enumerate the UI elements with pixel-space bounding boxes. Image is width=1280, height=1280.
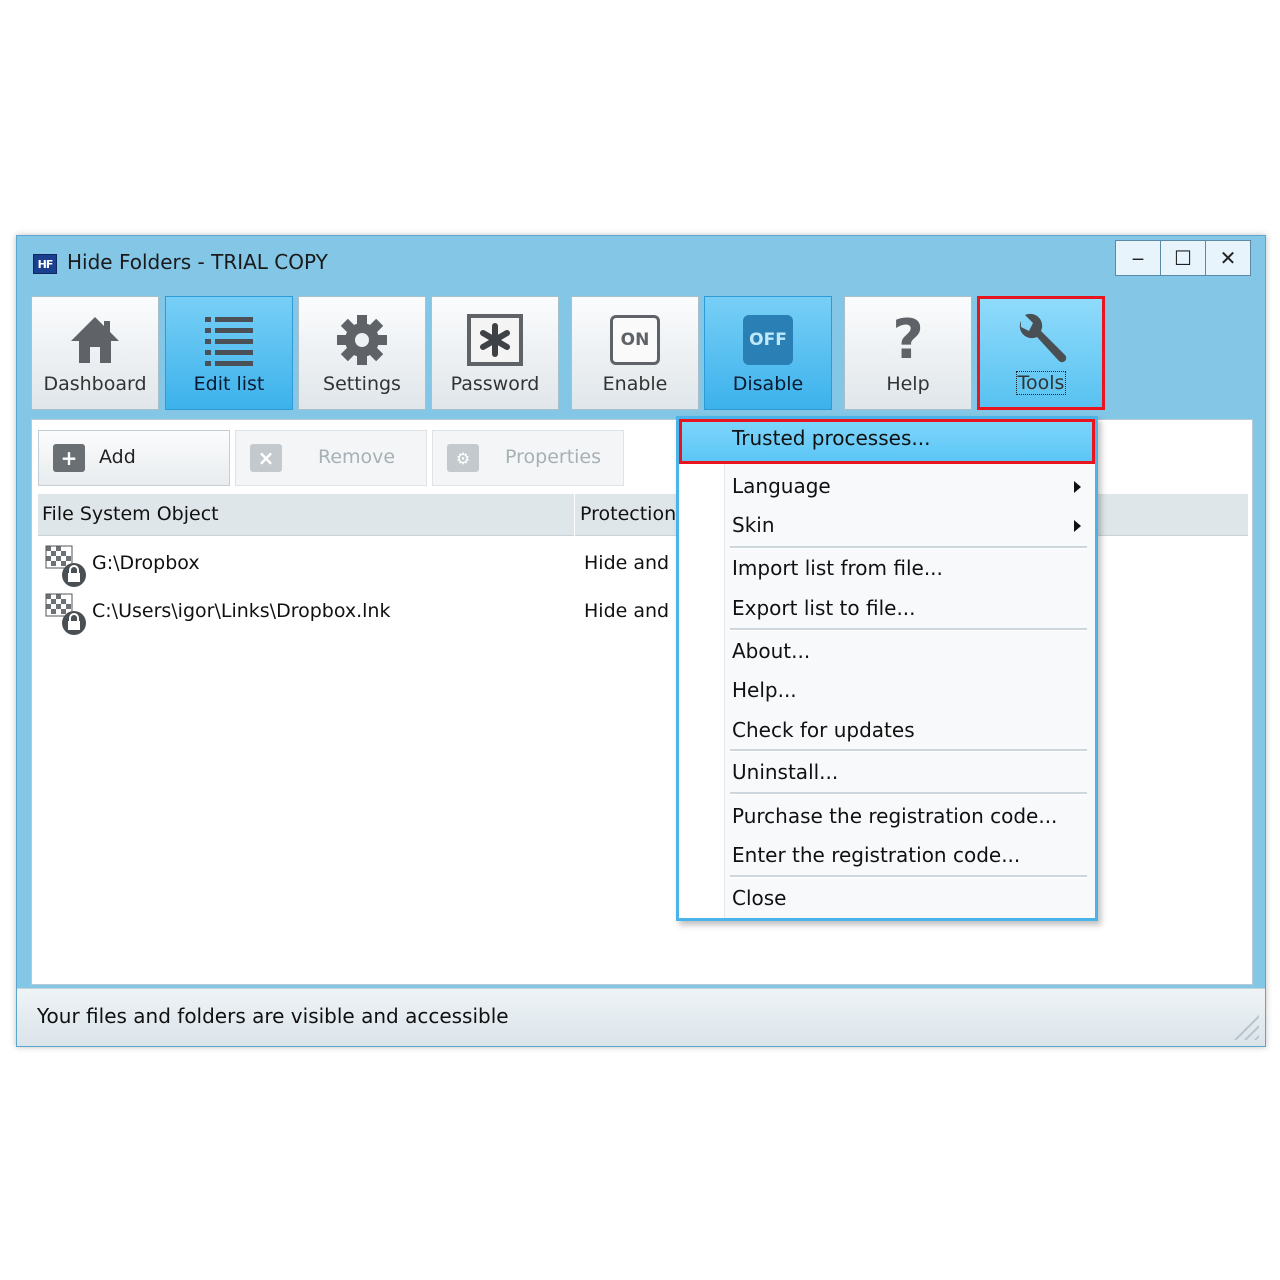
settings-button[interactable]: Settings <box>298 296 426 410</box>
enable-label: Enable <box>602 373 668 395</box>
menu-item-export-list[interactable]: Export list to file... <box>679 589 1095 629</box>
properties-button[interactable]: ⚙ Properties <box>432 430 624 486</box>
menu-separator <box>730 875 1087 878</box>
tools-dropdown-menu: Trusted processes... Language Skin Impor… <box>676 416 1098 921</box>
table-row[interactable]: G:\Dropbox Hide and Lock <box>38 542 680 588</box>
disable-button[interactable]: OFF Disable <box>704 296 832 410</box>
gear-icon <box>299 311 425 369</box>
dashboard-label: Dashboard <box>43 373 147 395</box>
menu-separator <box>730 749 1087 752</box>
close-icon: ✕ <box>1219 246 1237 270</box>
close-window-button[interactable]: ✕ <box>1205 240 1251 276</box>
question-mark-icon: ? <box>892 308 924 371</box>
disable-label: Disable <box>732 373 804 395</box>
menu-separator <box>730 792 1087 795</box>
properties-label: Properties <box>505 446 602 468</box>
submenu-arrow-icon <box>1074 520 1081 532</box>
row-path: C:\Users\igor\Links\Dropbox.lnk <box>92 600 391 622</box>
edit-list-label: Edit list <box>193 373 265 395</box>
title-bar[interactable]: HF Hide Folders - TRIAL COPY ‒ ☐ ✕ <box>17 236 1265 292</box>
off-switch-icon: OFF <box>705 311 831 369</box>
edit-list-button[interactable]: Edit list <box>165 296 293 410</box>
menu-item-check-updates[interactable]: Check for updates <box>679 711 1095 751</box>
row-path: G:\Dropbox <box>92 552 200 574</box>
table-row[interactable]: C:\Users\igor\Links\Dropbox.lnk Hide and… <box>38 590 680 636</box>
maximize-icon: ☐ <box>1174 246 1192 270</box>
minimize-icon: ‒ <box>1131 246 1145 270</box>
submenu-arrow-icon <box>1074 481 1081 493</box>
menu-item-uninstall[interactable]: Uninstall... <box>679 753 1095 793</box>
remove-button[interactable]: × Remove <box>235 430 427 486</box>
status-text: Your files and folders are visible and a… <box>37 1004 509 1028</box>
menu-item-enter-code[interactable]: Enter the registration code... <box>679 836 1095 876</box>
minimize-button[interactable]: ‒ <box>1115 240 1161 276</box>
menu-separator <box>730 628 1087 631</box>
row-protection: Hide and Lock <box>584 600 680 622</box>
maximize-button[interactable]: ☐ <box>1160 240 1206 276</box>
window-title: Hide Folders - TRIAL COPY <box>67 250 328 274</box>
off-badge: OFF <box>743 315 793 365</box>
home-icon <box>32 311 158 369</box>
locked-folder-icon <box>44 592 88 636</box>
help-button[interactable]: ? Help <box>844 296 972 410</box>
settings-label: Settings <box>323 373 401 395</box>
column-header-protection[interactable]: Protection <box>580 503 676 525</box>
menu-item-language[interactable]: Language <box>679 467 1095 507</box>
enable-button[interactable]: ON Enable <box>571 296 699 410</box>
password-asterisk-icon <box>432 311 558 369</box>
row-protection: Hide and Lock <box>584 552 680 574</box>
wrench-icon <box>980 310 1102 368</box>
menu-item-import-list[interactable]: Import list from file... <box>679 549 1095 589</box>
menu-item-about[interactable]: About... <box>679 632 1095 672</box>
help-label: Help <box>886 373 930 395</box>
menu-item-purchase-code[interactable]: Purchase the registration code... <box>679 797 1095 837</box>
window-controls: ‒ ☐ ✕ <box>1115 240 1251 276</box>
remove-icon: × <box>250 444 282 472</box>
on-switch-icon: ON <box>572 311 698 369</box>
on-badge: ON <box>610 315 660 365</box>
tools-button[interactable]: Tools <box>977 296 1105 410</box>
column-header-object[interactable]: File System Object <box>42 503 219 525</box>
app-logo-icon: HF <box>33 254 57 274</box>
status-bar: Your files and folders are visible and a… <box>17 988 1265 1046</box>
dashboard-button[interactable]: Dashboard <box>31 296 159 410</box>
menu-item-help[interactable]: Help... <box>679 671 1095 711</box>
password-button[interactable]: Password <box>431 296 559 410</box>
list-icon <box>166 311 292 369</box>
menu-item-close[interactable]: Close <box>679 879 1095 918</box>
properties-icon: ⚙ <box>447 444 479 472</box>
add-icon: + <box>53 444 85 472</box>
resize-grip-icon[interactable] <box>1233 1014 1259 1040</box>
menu-item-skin[interactable]: Skin <box>679 506 1095 546</box>
add-label: Add <box>99 446 136 468</box>
remove-label: Remove <box>318 446 396 468</box>
menu-item-trusted-processes[interactable]: Trusted processes... <box>679 419 1095 464</box>
add-button[interactable]: + Add <box>38 430 230 486</box>
locked-folder-icon <box>44 544 88 588</box>
tools-label: Tools <box>1015 371 1067 395</box>
column-separator[interactable] <box>574 494 575 536</box>
password-label: Password <box>450 373 540 395</box>
